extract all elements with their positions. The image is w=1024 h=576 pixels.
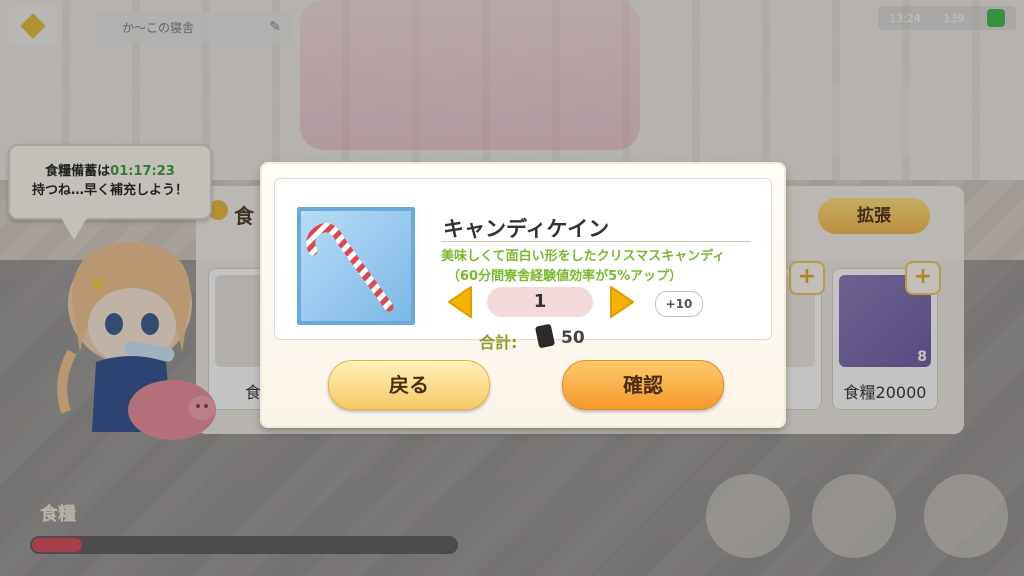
item-description: 美味しくて面白い形をしたクリスマスキャンディ bbox=[441, 249, 726, 264]
left-arrow-icon[interactable] bbox=[445, 285, 473, 319]
plus-ten-button[interactable]: +10 bbox=[655, 291, 703, 317]
item-name: キャンディケイン bbox=[443, 217, 610, 241]
item-info-panel: キャンディケイン 美味しくて面白い形をしたクリスマスキャンディ （60分間寮舎経… bbox=[274, 178, 772, 352]
total-label: 合計: bbox=[479, 333, 518, 352]
total-value: 50 bbox=[561, 328, 585, 348]
purchase-dialog: キャンディケイン 美味しくて面白い形をしたクリスマスキャンディ （60分間寮舎経… bbox=[262, 164, 784, 426]
item-effect: （60分間寮舎経験値効率が5%アップ） bbox=[447, 269, 683, 284]
candy-cane-icon bbox=[306, 223, 394, 312]
quantity-display: 1 bbox=[487, 287, 593, 317]
right-arrow-icon[interactable] bbox=[609, 285, 637, 319]
confirm-button[interactable]: 確認 bbox=[562, 360, 724, 410]
ticket-icon bbox=[534, 323, 556, 349]
item-icon-frame bbox=[297, 207, 415, 325]
item-name-underline bbox=[441, 241, 751, 242]
back-button[interactable]: 戻る bbox=[328, 360, 490, 410]
